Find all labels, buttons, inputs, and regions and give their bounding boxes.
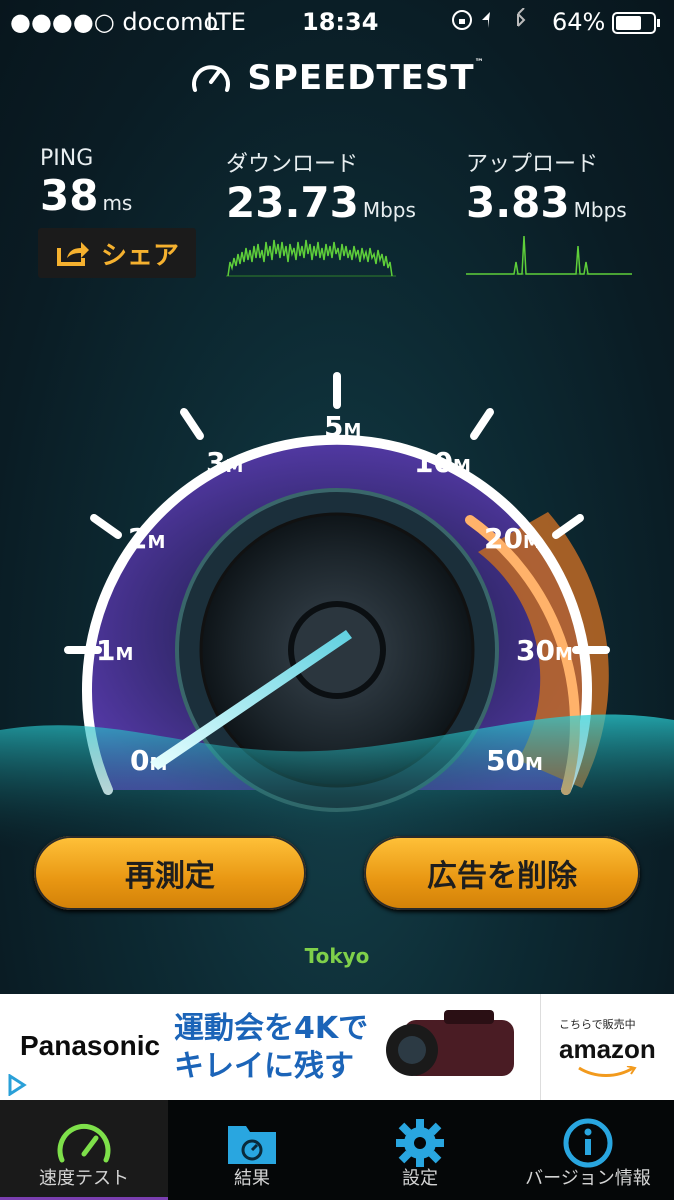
amazon-smile-icon [578, 1066, 637, 1077]
camcorder-image [386, 1010, 514, 1076]
tab-label: 設定 [402, 1168, 438, 1189]
ping-value: 38 ms [40, 171, 133, 220]
ad-copy: 運動会を4Kで キレイに残す [174, 1011, 369, 1084]
server-location: Tokyo [304, 944, 370, 968]
gear-icon [396, 1119, 444, 1167]
upload-label: アップロード [466, 152, 599, 177]
download-metric: ダウンロード 23.73 Mbps [226, 146, 416, 227]
speedometer-logo-icon [192, 65, 231, 92]
status-icons [452, 7, 542, 38]
logo-text: SPEEDTEST™ [247, 58, 485, 98]
ad-choices-icon[interactable] [6, 1074, 28, 1096]
carrier-label: ●●●●○ docomo [10, 8, 219, 36]
tab-speed-test[interactable]: 速度テスト [0, 1100, 168, 1200]
download-label: ダウンロード [226, 152, 359, 177]
speedtest-app: ●●●●○ docomo LTE 18:34 64% SPEEDTEST™ PI… [0, 0, 674, 1200]
lock-location-bluetooth-icon [452, 7, 526, 30]
retest-button[interactable]: 再測定 [34, 836, 306, 910]
network-label: LTE [206, 8, 246, 36]
amazon-small-text: こちらで販売中 [559, 1018, 636, 1031]
tab-label: 速度テスト [39, 1168, 129, 1189]
upload-metric: アップロード 3.83 Mbps [466, 146, 627, 227]
amazon-logo: amazon [559, 1034, 656, 1064]
speedometer-icon [57, 1123, 111, 1163]
remove-ads-button[interactable]: 広告を削除 [364, 836, 640, 910]
share-button[interactable]: シェア [38, 228, 196, 278]
battery-icon [612, 12, 662, 40]
speed-gauge: 0M 1M 2M 3M 5M 10M 20M 30M 50M [0, 372, 674, 850]
download-sparkline [226, 239, 396, 277]
upload-value: 3.83 Mbps [466, 178, 627, 227]
gauge-tick-10: 10M [414, 446, 471, 479]
tab-version-info[interactable]: バージョン情報 [504, 1100, 672, 1200]
ping-metric: PING 38 ms [40, 146, 132, 220]
clock-time: 18:34 [302, 8, 379, 36]
tab-settings[interactable]: 設定 [336, 1100, 504, 1200]
results-folder-icon [228, 1126, 276, 1164]
gauge-tick-5: 5M [324, 410, 361, 443]
info-icon [563, 1118, 613, 1168]
tab-results[interactable]: 結果 [168, 1100, 336, 1200]
ad-brand: Panasonic [20, 1030, 161, 1061]
battery-percent: 64% [552, 8, 606, 36]
amazon-link[interactable]: こちらで販売中 amazon [540, 994, 674, 1100]
ping-label: PING [40, 146, 94, 171]
share-icon [56, 242, 89, 266]
ad-banner[interactable]: Panasonic 運動会を4Kで キレイに残す こちらで販売中 amazon [0, 994, 674, 1100]
app-logo: SPEEDTEST™ [0, 56, 674, 100]
upload-sparkline [466, 235, 632, 275]
share-label: シェア [100, 240, 179, 271]
gauge-tick-3: 3M [206, 446, 243, 479]
tab-label: 結果 [234, 1168, 270, 1189]
tab-bar: 速度テスト 結果 設定 バージョン情報 [0, 1100, 674, 1200]
download-value: 23.73 Mbps [226, 178, 416, 227]
status-bar: ●●●●○ docomo LTE 18:34 64% [0, 0, 674, 44]
tab-label: バージョン情報 [525, 1168, 651, 1189]
